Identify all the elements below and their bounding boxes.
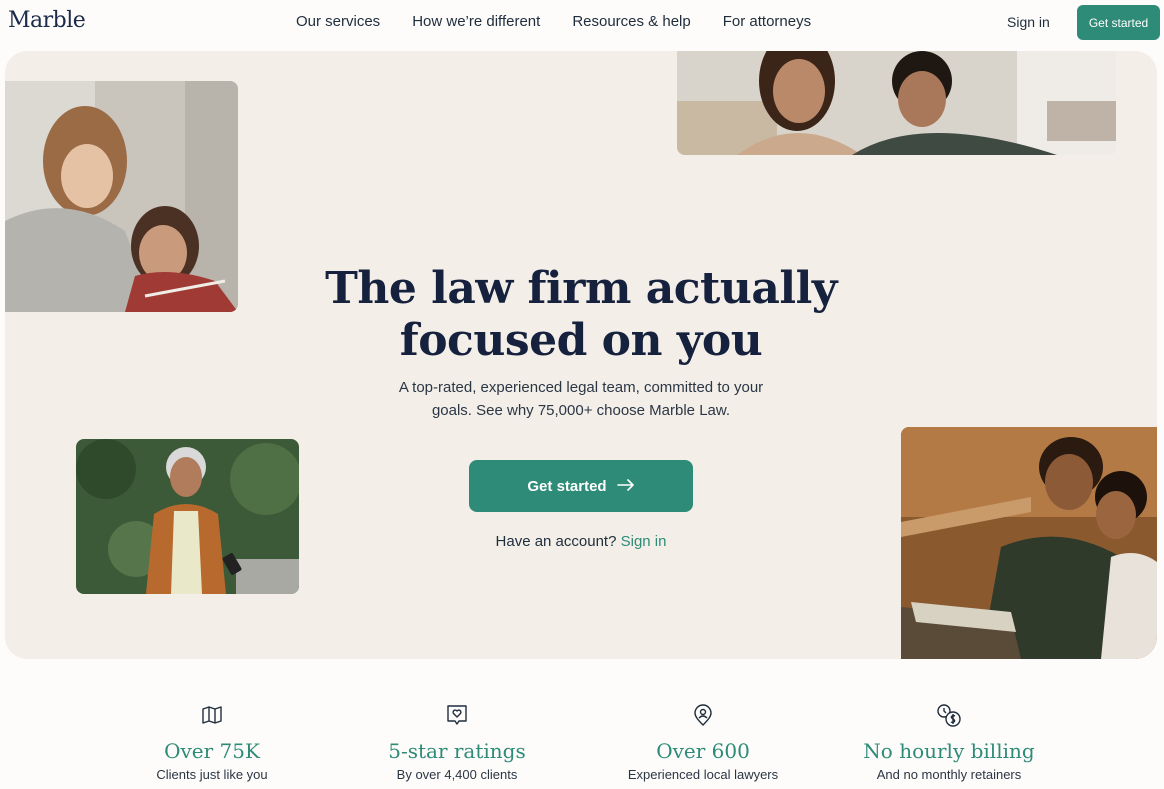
map-icon [97,703,327,731]
stat-caption: By over 4,400 clients [396,767,518,782]
hero-photo-woman-phone [76,439,299,594]
hero-cta-label: Get started [527,477,607,495]
account-prompt: Have an account? Sign in [5,533,1157,550]
hero-headline: The law firm actually focused on you [5,263,1157,367]
hero-section: The law firm actually focused on you A t… [5,51,1157,659]
hero-sign-in-link[interactable]: Sign in [621,533,667,550]
nav-our-services[interactable]: Our services [296,13,380,30]
stat-ratings: 5-star ratings By over 4,400 clients [342,703,572,782]
site-header: Marble Our services How we’re different … [0,0,1164,44]
nav-resources-help[interactable]: Resources & help [572,13,690,30]
stat-caption: Clients just like you [156,767,268,782]
hero-get-started-button[interactable]: Get started [469,460,693,512]
header-sign-in-link[interactable]: Sign in [1007,14,1050,30]
marble-logo[interactable]: Marble [8,8,86,33]
stat-clients: Over 75K Clients just like you [97,703,327,782]
account-prompt-text: Have an account? [495,533,617,550]
location-person-icon [588,703,818,731]
stat-billing: No hourly billing And no monthly retaine… [834,703,1064,782]
headline-line-1: The law firm actually [325,263,837,314]
subtext-line-2: goals. See why 75,000+ choose Marble Law… [431,402,731,419]
stat-value: No hourly billing [863,739,1035,763]
stat-value: 5-star ratings [388,739,526,763]
stat-lawyers: Over 600 Experienced local lawyers [588,703,818,782]
nav-how-different[interactable]: How we’re different [412,13,540,30]
stat-caption: And no monthly retainers [876,767,1022,782]
no-billing-icon [834,703,1064,731]
hero-subtext: A top-rated, experienced legal team, com… [5,376,1157,422]
subtext-line-1: A top-rated, experienced legal team, com… [398,379,764,396]
arrow-right-icon [616,478,635,495]
stat-value: Over 75K [164,739,260,763]
headline-line-2: focused on you [399,315,763,366]
header-get-started-button[interactable]: Get started [1077,5,1160,40]
stat-value: Over 600 [656,739,750,763]
heart-badge-icon [342,703,572,731]
nav-for-attorneys[interactable]: For attorneys [723,13,811,30]
main-nav: Our services How we’re different Resourc… [296,13,843,30]
hero-photo-couple [677,51,1116,155]
stat-caption: Experienced local lawyers [627,767,779,782]
